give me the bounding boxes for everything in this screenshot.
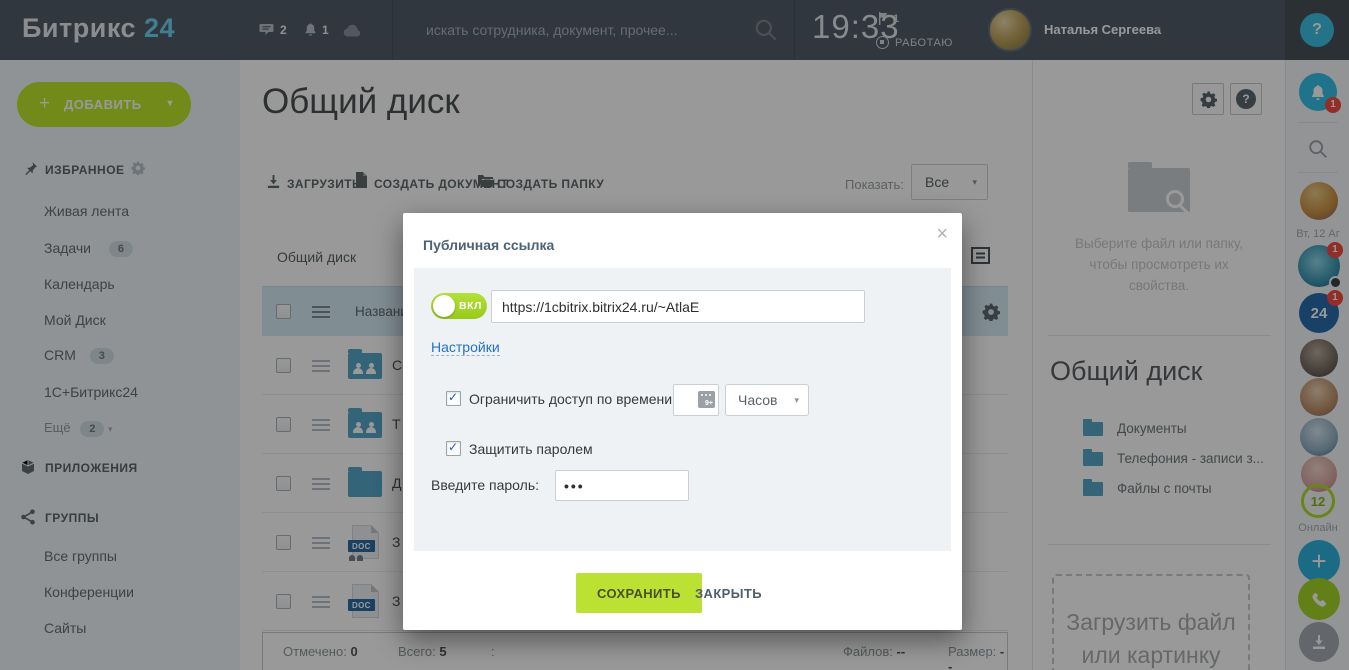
public-url-input[interactable] <box>491 290 865 323</box>
bitrix24-app: Битрикс 24 2 1 19:33 1 РАБОТАЮ Наталья С <box>0 0 1349 670</box>
public-link-modal: Публичная ссылка × ВКЛ Настройки Огранич… <box>403 213 962 630</box>
password-label: Введите пароль: <box>431 477 539 493</box>
password-input[interactable] <box>555 470 689 501</box>
limit-time-checkbox[interactable] <box>446 391 461 406</box>
time-picker-icon[interactable]: 9+ <box>698 391 715 408</box>
hours-value: Часов <box>738 392 778 408</box>
chevron-down-icon: ▾ <box>794 395 799 406</box>
time-icon-label: 9+ <box>705 400 713 407</box>
password-protect-checkbox[interactable] <box>446 441 461 456</box>
link-enabled-toggle[interactable]: ВКЛ <box>431 293 487 319</box>
password-protect-label: Защитить паролем <box>469 441 593 457</box>
time-value-field: 9+ <box>673 384 719 416</box>
toggle-label: ВКЛ <box>459 300 482 312</box>
close-button[interactable]: ЗАКРЫТЬ <box>695 586 762 601</box>
close-icon[interactable]: × <box>936 223 948 246</box>
settings-link[interactable]: Настройки <box>431 339 500 356</box>
toggle-knob <box>433 295 455 317</box>
limit-time-label: Ограничить доступ по времени <box>469 391 672 407</box>
modal-title: Публичная ссылка <box>423 237 554 253</box>
save-button[interactable]: СОХРАНИТЬ <box>576 573 702 613</box>
hours-dropdown[interactable]: Часов ▾ <box>725 384 809 416</box>
